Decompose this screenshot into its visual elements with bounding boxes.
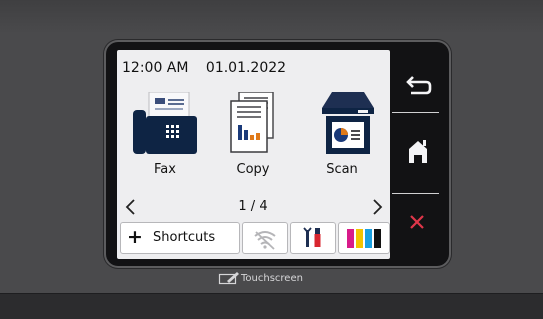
side-divider-2: [392, 193, 439, 194]
toner-icon: [347, 229, 381, 248]
copy-icon: [230, 92, 274, 153]
toner-cartridge: [374, 229, 381, 248]
page-indicator: 1 / 4: [238, 199, 268, 214]
copy-label: Copy: [236, 162, 270, 177]
status-line: 12:00 AM 01.01.2022: [122, 60, 286, 76]
scan-label: Scan: [326, 162, 358, 177]
touchscreen-icon: [218, 272, 239, 285]
side-divider-1: [392, 112, 439, 113]
toner-cartridge: [347, 229, 354, 248]
toner-cartridge: [365, 229, 372, 248]
shortcuts-label: Shortcuts: [153, 230, 216, 245]
fax-label: Fax: [154, 162, 176, 177]
device-lower-panel: [0, 293, 543, 319]
home-icon: [409, 140, 427, 163]
touchscreen-label: Touchscreen: [241, 273, 303, 284]
page-navigator: 1 / 4: [117, 195, 390, 219]
copy-app-button[interactable]: Copy: [213, 92, 293, 182]
settings-tools-icon: [303, 227, 321, 247]
toner-cartridge: [356, 229, 363, 248]
back-arrow-icon: [406, 76, 432, 95]
clock-time: 12:00 AM: [122, 60, 189, 76]
scan-icon: [322, 92, 374, 154]
plus-icon: +: [127, 226, 143, 248]
next-page-button[interactable]: [365, 195, 389, 219]
cancel-button[interactable]: [392, 203, 448, 243]
wifi-status-button[interactable]: [242, 222, 288, 254]
device-top-shade: [0, 0, 543, 34]
close-icon: [410, 215, 424, 229]
shortcuts-button[interactable]: + Shortcuts: [120, 222, 240, 254]
wifi-off-icon: [254, 231, 276, 250]
bottom-bar: + Shortcuts: [117, 222, 390, 254]
chevron-right-icon: [373, 199, 383, 215]
previous-page-button[interactable]: [119, 195, 143, 219]
fax-icon: [133, 92, 197, 154]
home-button[interactable]: [392, 130, 448, 174]
scan-app-button[interactable]: Scan: [302, 92, 382, 182]
clock-date: 01.01.2022: [205, 60, 287, 76]
toner-status-button[interactable]: [338, 222, 390, 254]
lcd-screen: 12:00 AM 01.01.2022 Fax Copy Scan 1 / 4 …: [117, 50, 390, 259]
settings-button[interactable]: [290, 222, 336, 254]
back-button[interactable]: [392, 66, 448, 108]
chevron-left-icon: [125, 199, 135, 215]
fax-app-button[interactable]: Fax: [125, 92, 205, 182]
